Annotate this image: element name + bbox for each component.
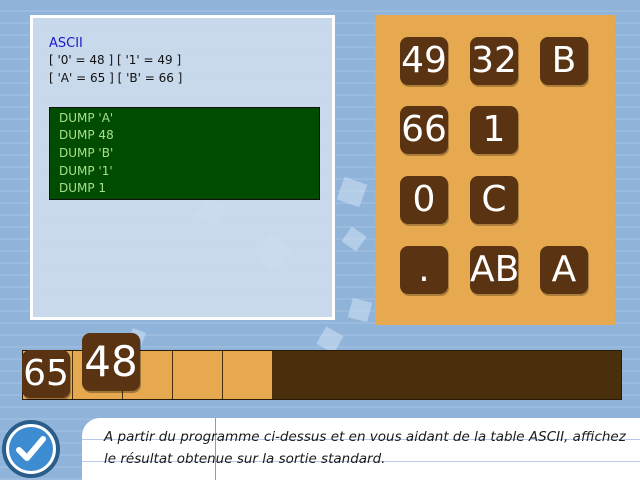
answer-slot[interactable] [173, 351, 223, 399]
answer-tile[interactable]: B [540, 37, 588, 85]
answer-tile[interactable]: 1 [470, 106, 518, 154]
answer-slot[interactable] [223, 351, 273, 399]
program-line: DUMP 'A' [59, 111, 114, 125]
program-line: DUMP 'B' [59, 146, 114, 160]
answer-tile[interactable]: . [400, 246, 448, 294]
background-decoration [347, 297, 373, 323]
program-code-box: DUMP 'A' DUMP 48 DUMP 'B' DUMP '1' DUMP … [49, 107, 320, 200]
answer-tile-board: 49 32 B 66 1 0 C . AB A [375, 15, 615, 325]
placed-answer-tile[interactable]: 65 [22, 350, 70, 398]
answer-tile[interactable]: A [540, 246, 588, 294]
answer-tile[interactable]: 49 [400, 37, 448, 85]
program-line: DUMP 48 [59, 128, 114, 142]
placed-answer-tile[interactable]: 48 [82, 333, 140, 391]
answer-tile[interactable]: 0 [400, 176, 448, 224]
background-decoration [341, 226, 367, 252]
instruction-text: A partir du programme ci-dessus et en vo… [104, 429, 626, 467]
validate-button[interactable] [2, 420, 60, 478]
answer-tile[interactable]: C [470, 176, 518, 224]
program-line: DUMP 1 [59, 181, 107, 195]
code-title: ASCII [49, 36, 83, 51]
code-panel: ASCII [ '0' = 48 ] [ '1' = 49 ] [ 'A' = … [30, 15, 335, 320]
answer-tile[interactable]: AB [470, 246, 519, 294]
answer-tile[interactable]: 32 [470, 37, 518, 85]
ascii-mapping-line-1: [ '0' = 48 ] [ '1' = 49 ] [49, 53, 182, 67]
checkmark-icon [16, 436, 46, 461]
background-decoration [336, 176, 368, 208]
answer-tile[interactable]: 66 [400, 106, 448, 154]
program-line: DUMP '1' [59, 164, 113, 178]
ascii-mapping-line-2: [ 'A' = 65 ] [ 'B' = 66 ] [49, 71, 183, 85]
instruction-note: A partir du programme ci-dessus et en vo… [82, 418, 640, 480]
